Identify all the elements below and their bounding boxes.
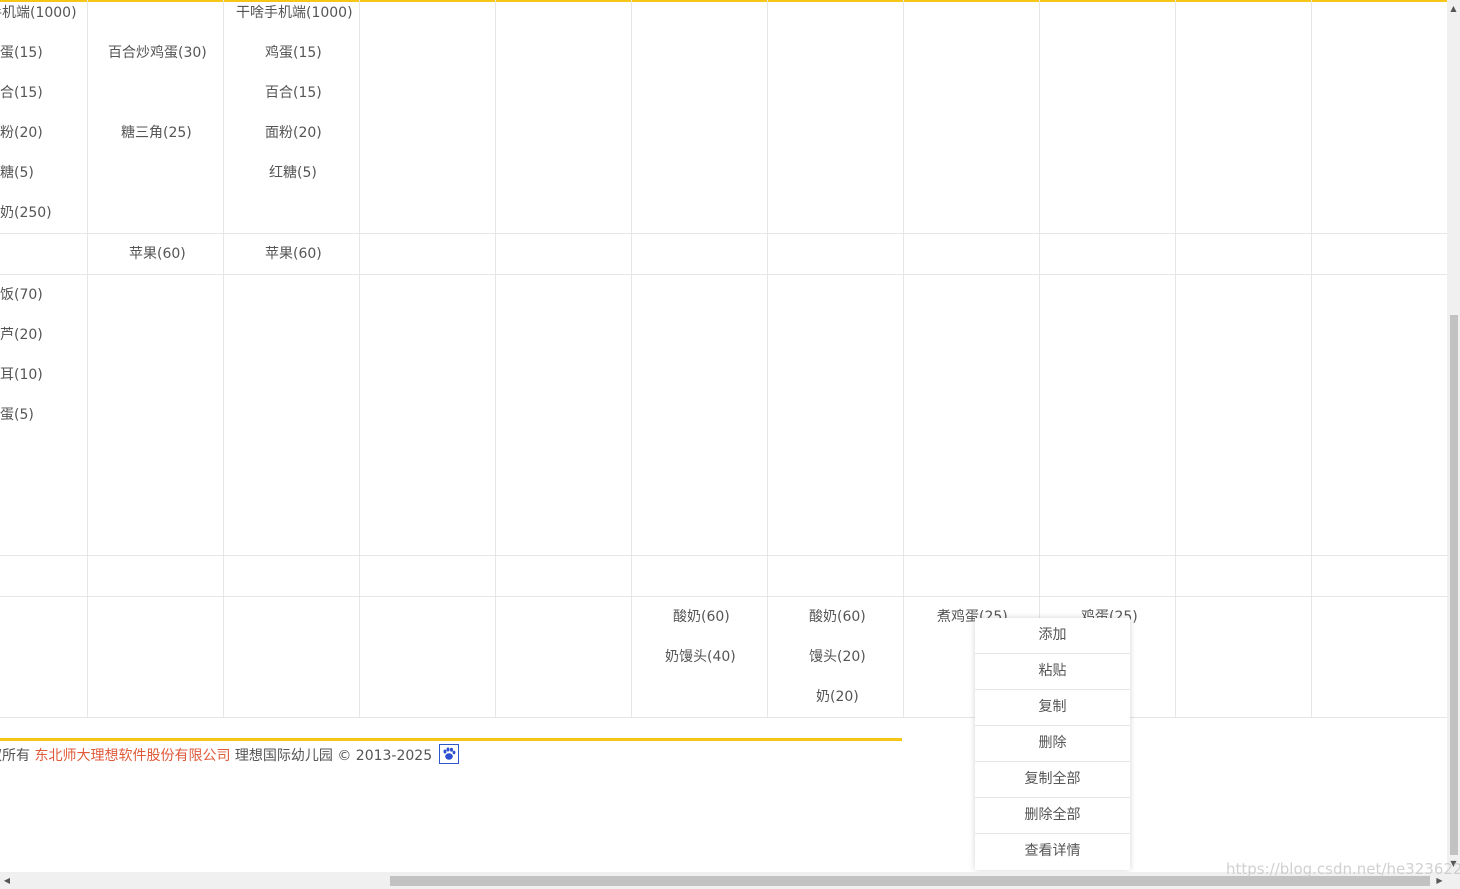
food-item[interactable]: 百合炒鸡蛋(30)	[108, 43, 207, 63]
footer-accent-line	[0, 738, 902, 741]
grid-hline	[0, 274, 1447, 275]
menu-grid: 手机端(1000) 鸡蛋(15) 百合(15) 面粉(20) 红糖(5) 牛奶(…	[0, 0, 1447, 718]
grid-vline	[631, 0, 632, 718]
menu-item-add[interactable]: 添加	[975, 618, 1130, 654]
food-item[interactable]: 鸡蛋(5)	[0, 405, 34, 425]
grid-vline	[359, 0, 360, 718]
food-item[interactable]: 酸奶(60)	[809, 607, 866, 627]
grid-hline	[0, 555, 1447, 556]
food-item[interactable]: 奶(20)	[816, 687, 859, 707]
grid-vline	[1175, 0, 1176, 718]
grid-vline	[223, 0, 224, 718]
footer-prefix: 权所有	[0, 748, 30, 764]
food-item[interactable]: 馒头(20)	[809, 647, 866, 667]
food-item[interactable]: 鸡蛋(15)	[0, 43, 43, 63]
grid-hline	[0, 596, 1447, 597]
paw-icon[interactable]	[438, 744, 459, 764]
grid-vline	[1311, 0, 1312, 718]
grid-vline	[903, 0, 904, 718]
food-item[interactable]: 葫芦(20)	[0, 325, 43, 345]
company-link[interactable]: 东北师大理想软件股份有限公司	[34, 748, 230, 764]
grid-vline	[495, 0, 496, 718]
food-item[interactable]: 干啥手机端(1000)	[236, 3, 353, 23]
grid-vline	[87, 0, 88, 718]
menu-item-delete[interactable]: 删除	[975, 726, 1130, 762]
food-item[interactable]: 苹果(60)	[265, 244, 322, 264]
food-item[interactable]: 苹果(60)	[129, 244, 186, 264]
vertical-scroll-thumb[interactable]	[1450, 315, 1458, 855]
watermark: https://blog.csdn.net/he3236220	[1226, 860, 1460, 878]
footer-suffix: 理想国际幼儿园 © 2013-2025	[234, 748, 433, 764]
food-item[interactable]: 米饭(70)	[0, 285, 43, 305]
food-item[interactable]: 红糖(5)	[269, 163, 317, 183]
scroll-left-arrow-icon[interactable]: ◀	[0, 872, 14, 889]
food-item[interactable]: 牛奶(250)	[0, 203, 52, 223]
food-item[interactable]: 手机端(1000)	[0, 3, 77, 23]
context-menu: 添加 粘贴 复制 删除 复制全部 删除全部 查看详情	[975, 618, 1130, 870]
menu-item-paste[interactable]: 粘贴	[975, 654, 1130, 690]
food-item[interactable]: 百合(15)	[0, 83, 43, 103]
food-item[interactable]: 木耳(10)	[0, 365, 43, 385]
food-item[interactable]: 奶馒头(40)	[665, 647, 736, 667]
grid-hline	[0, 233, 1447, 234]
food-item[interactable]: 百合(15)	[265, 83, 322, 103]
food-item[interactable]: 面粉(20)	[0, 123, 43, 143]
food-item[interactable]: 红糖(5)	[0, 163, 34, 183]
menu-item-copy[interactable]: 复制	[975, 690, 1130, 726]
food-item[interactable]: 糖三角(25)	[121, 123, 192, 143]
grid-vline	[1039, 0, 1040, 718]
menu-item-delete-all[interactable]: 删除全部	[975, 798, 1130, 834]
menu-item-view-details[interactable]: 查看详情	[975, 834, 1130, 869]
menu-item-copy-all[interactable]: 复制全部	[975, 762, 1130, 798]
food-item[interactable]: 面粉(20)	[265, 123, 322, 143]
food-item[interactable]: 鸡蛋(15)	[265, 43, 322, 63]
grid-vline	[767, 0, 768, 718]
footer-copyright: 权所有 东北师大理想软件股份有限公司 理想国际幼儿园 © 2013-2025	[0, 744, 459, 766]
vertical-scrollbar[interactable]: ▲ ▼	[1447, 0, 1460, 872]
scroll-up-arrow-icon[interactable]: ▲	[1447, 0, 1460, 18]
grid-hline	[0, 717, 1447, 718]
food-item[interactable]: 酸奶(60)	[673, 607, 730, 627]
